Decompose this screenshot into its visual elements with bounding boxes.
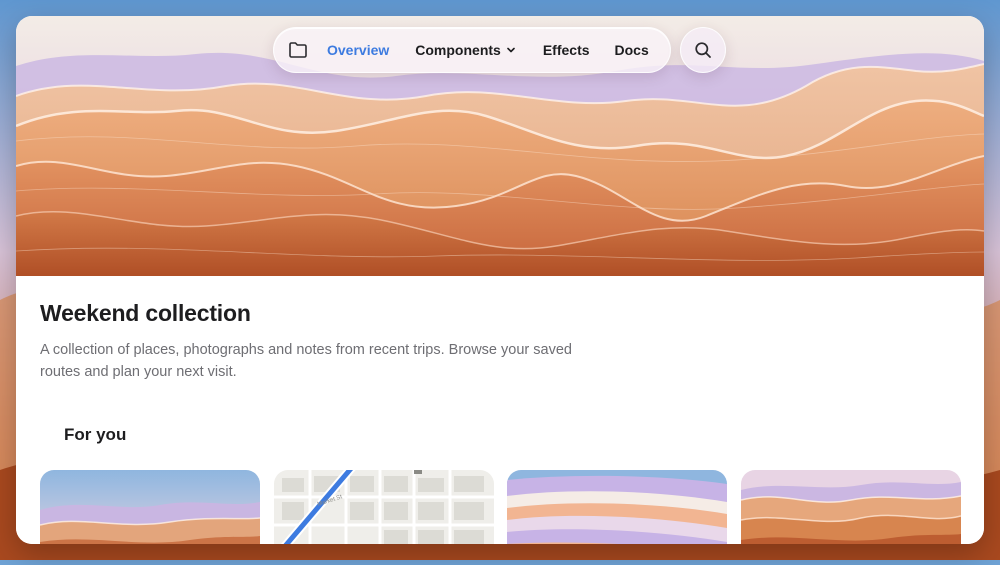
- folder-icon[interactable]: [287, 39, 309, 61]
- card-map[interactable]: Market St: [274, 470, 494, 544]
- nav-components-label: Components: [415, 42, 501, 58]
- page-title: Weekend collection: [40, 300, 251, 326]
- main-content: Weekend collection A collection of place…: [16, 276, 984, 544]
- nav-effects[interactable]: Effects: [543, 42, 590, 58]
- section-title: For you: [64, 425, 127, 444]
- page-description: A collection of places, photographs and …: [40, 342, 572, 380]
- app-window: Overview Components Effects Docs Weekend…: [16, 16, 984, 544]
- card-pastel-waves[interactable]: [507, 470, 727, 544]
- top-navigation: Overview Components Effects Docs: [273, 27, 671, 73]
- card-dunes-orange[interactable]: [741, 470, 961, 544]
- nav-docs[interactable]: Docs: [615, 42, 649, 58]
- search-button[interactable]: [680, 27, 726, 73]
- nav-overview[interactable]: Overview: [327, 42, 389, 58]
- search-icon: [694, 41, 712, 59]
- nav-components[interactable]: Components: [415, 42, 516, 58]
- card-dunes-lavender[interactable]: [40, 470, 260, 544]
- chevron-down-icon: [506, 45, 516, 55]
